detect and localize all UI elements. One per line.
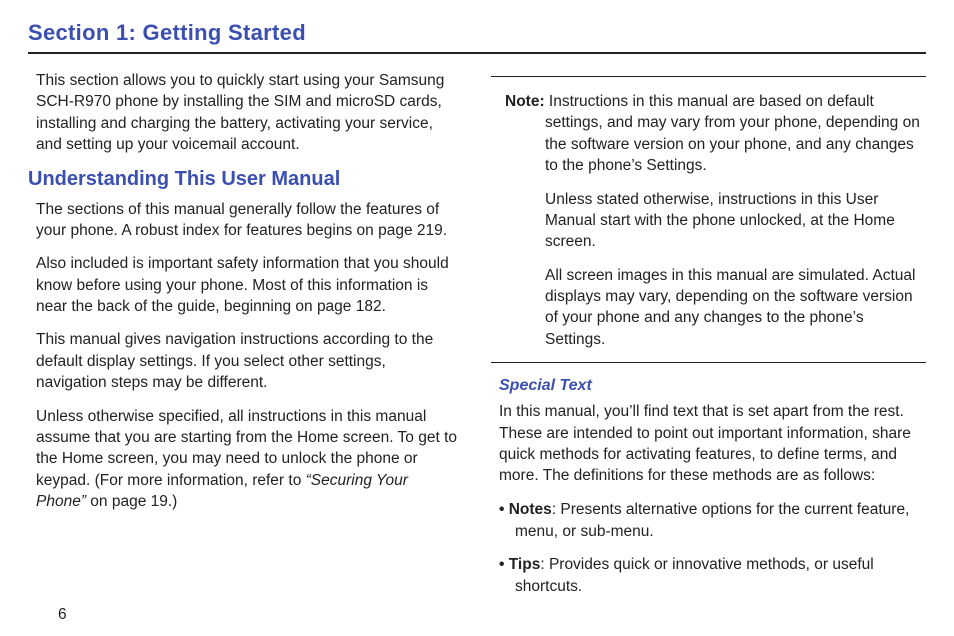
note-paragraph: Note: Instructions in this manual are ba… [491, 91, 926, 177]
section-title: Section 1: Getting Started [28, 20, 926, 46]
note-paragraph: Unless stated otherwise, instructions in… [491, 189, 926, 253]
page-number: 6 [58, 606, 67, 624]
list-item: Tips: Provides quick or innovative metho… [499, 554, 926, 599]
note-bottom-rule [491, 362, 926, 363]
understanding-heading: Understanding This User Manual [28, 168, 463, 191]
intro-paragraph: This section allows you to quickly start… [28, 70, 463, 156]
list-item: Notes: Presents alternative options for … [499, 499, 926, 544]
body-paragraph: In this manual, you’ll find text that is… [491, 401, 926, 487]
term-label: Tips [509, 556, 541, 573]
body-paragraph: Unless otherwise specified, all instruct… [28, 406, 463, 513]
note-text: Instructions in this manual are based on… [545, 93, 920, 174]
note-top-rule [491, 76, 926, 77]
left-column: This section allows you to quickly start… [28, 70, 463, 609]
definition-list: Notes: Presents alternative options for … [491, 499, 926, 599]
term-text: : Presents alternative options for the c… [515, 501, 909, 540]
note-block: Note: Instructions in this manual are ba… [491, 91, 926, 350]
body-paragraph: This manual gives navigation instruction… [28, 329, 463, 393]
body-paragraph: Also included is important safety inform… [28, 253, 463, 317]
term-text: : Provides quick or innovative methods, … [515, 556, 874, 595]
special-text-heading: Special Text [499, 377, 926, 395]
note-label: Note: [505, 93, 545, 110]
divider [28, 52, 926, 54]
term-label: Notes [509, 501, 552, 518]
two-column-layout: This section allows you to quickly start… [28, 70, 926, 609]
body-paragraph: The sections of this manual generally fo… [28, 199, 463, 242]
right-column: Note: Instructions in this manual are ba… [491, 70, 926, 609]
text-run: on page 19.) [86, 493, 177, 510]
note-paragraph: All screen images in this manual are sim… [491, 265, 926, 351]
